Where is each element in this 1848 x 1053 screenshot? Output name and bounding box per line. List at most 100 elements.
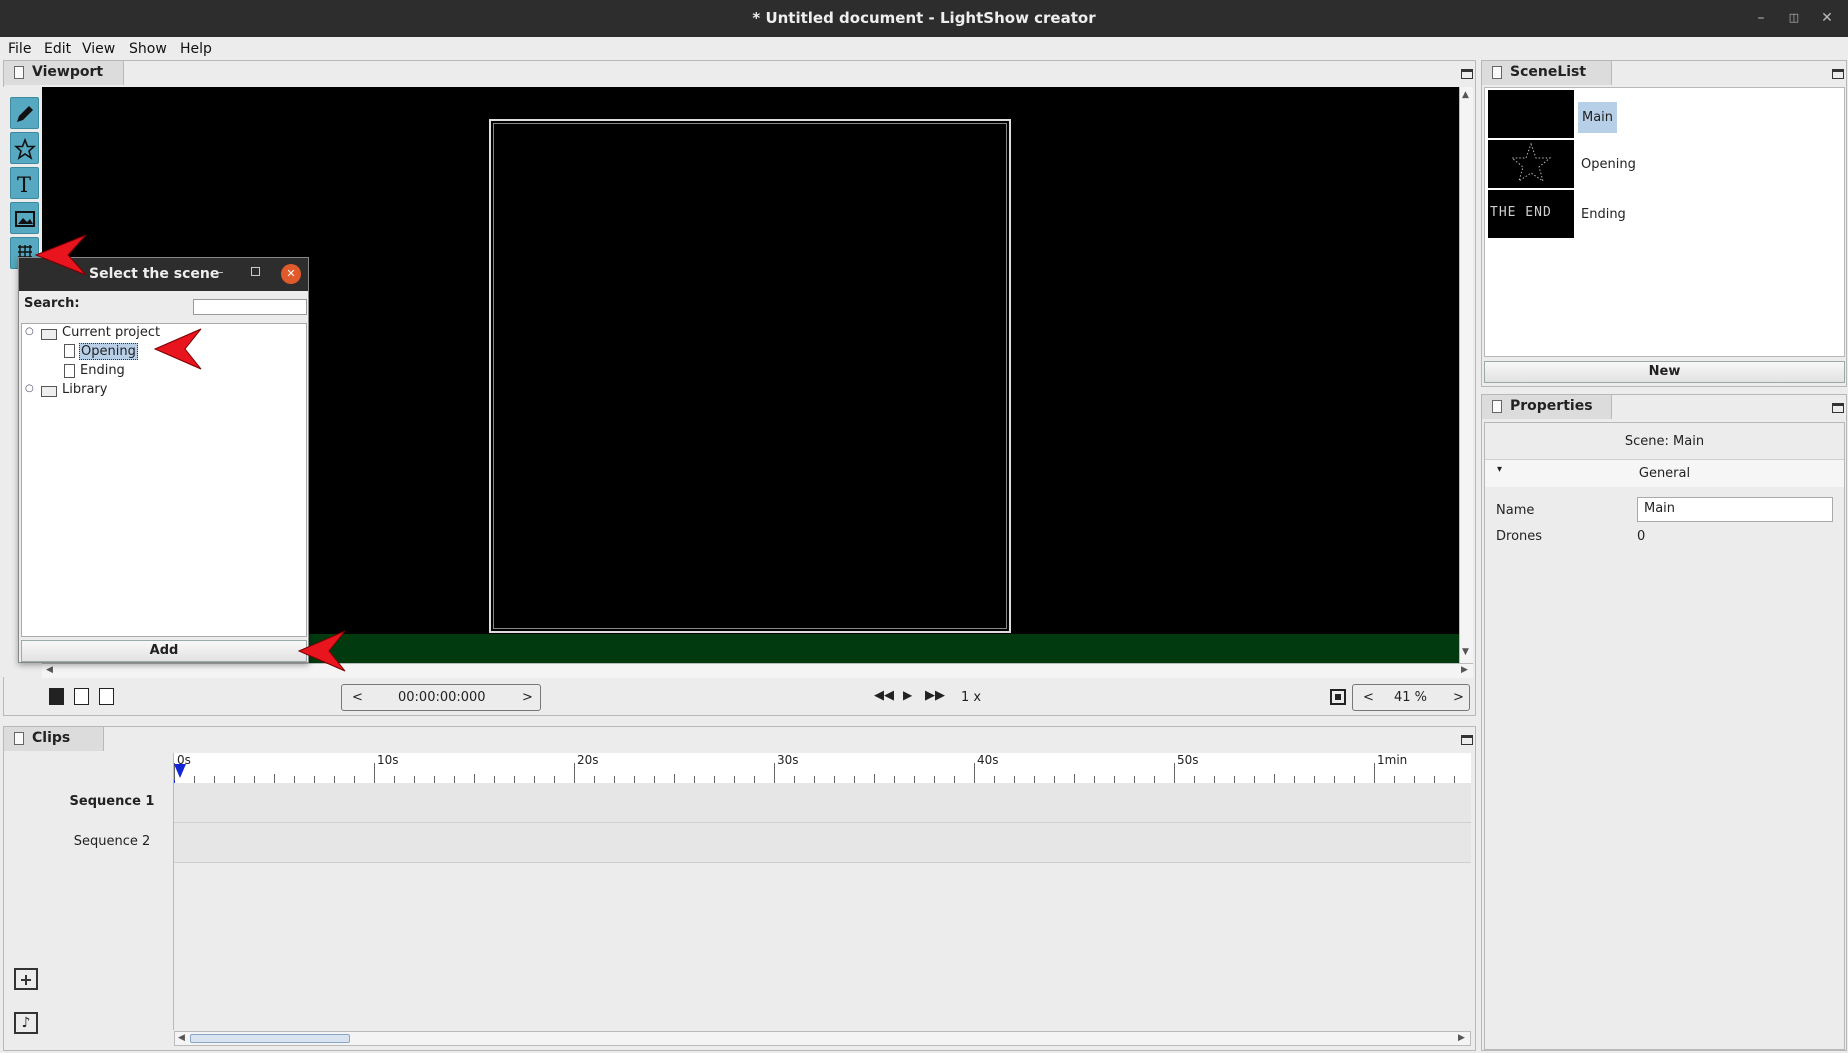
name-field[interactable]: Main xyxy=(1637,497,1833,522)
ruler-minor-tick xyxy=(954,776,955,783)
tree-node-opening[interactable]: Opening xyxy=(79,343,138,360)
timeline-scroll-thumb[interactable] xyxy=(190,1034,350,1043)
section-general[interactable]: ▾ General xyxy=(1485,460,1844,487)
menu-edit[interactable]: Edit xyxy=(44,41,71,57)
scene-thumbnail-main[interactable] xyxy=(1488,90,1574,138)
scroll-right-icon[interactable]: ▶ xyxy=(1458,1033,1465,1043)
tree-node-library[interactable]: Library xyxy=(62,382,107,397)
maximize-scenelist-icon[interactable] xyxy=(1832,69,1844,79)
zoom-field[interactable]: < 41 % > xyxy=(1352,684,1470,711)
scene-item-ending[interactable]: Ending xyxy=(1578,205,1629,224)
menu-view[interactable]: View xyxy=(82,41,115,57)
property-drones-value: 0 xyxy=(1637,529,1646,544)
fit-to-view-icon[interactable] xyxy=(1330,689,1346,705)
ruler-minor-tick xyxy=(914,776,915,783)
rewind-icon[interactable]: ◀◀ xyxy=(874,688,894,703)
zoom-out-button[interactable]: < xyxy=(1363,690,1374,705)
scene-list[interactable]: Main Opening THE END Ending xyxy=(1484,87,1845,357)
ruler-minor-tick xyxy=(494,776,495,783)
dialog-minimize-icon[interactable]: – xyxy=(217,265,224,280)
star-icon[interactable] xyxy=(10,132,39,164)
scroll-up-icon[interactable]: ▲ xyxy=(1462,90,1469,100)
layer-fill-icon[interactable] xyxy=(49,688,64,705)
sequence-label[interactable]: Sequence 2 xyxy=(52,834,172,849)
tree-node-current-project[interactable]: Current project xyxy=(62,325,160,340)
scroll-left-icon[interactable]: ◀ xyxy=(46,665,53,675)
sequence-track[interactable] xyxy=(174,823,1471,863)
expand-toggle-icon[interactable]: ○ xyxy=(25,326,34,337)
maximize-clips-icon[interactable] xyxy=(1461,735,1473,745)
add-sequence-icon[interactable] xyxy=(14,968,38,990)
time-field[interactable]: < 00:00:00:000 > xyxy=(341,684,541,711)
search-input[interactable] xyxy=(193,299,307,315)
playhead-marker[interactable] xyxy=(174,764,186,778)
ruler-minor-tick xyxy=(1074,774,1075,783)
ruler-minor-tick xyxy=(314,776,315,783)
add-button[interactable]: Add xyxy=(21,640,307,662)
ruler-minor-tick xyxy=(334,776,335,783)
menu-file[interactable]: File xyxy=(8,41,31,57)
timeline-horizontal-scrollbar[interactable]: ◀ ▶ xyxy=(174,1031,1471,1046)
dialog-close-icon[interactable]: ✕ xyxy=(281,264,301,284)
ruler-minor-tick xyxy=(354,776,355,783)
expand-toggle-icon[interactable]: ○ xyxy=(25,383,34,394)
maximize-properties-icon[interactable] xyxy=(1832,403,1844,413)
menu-show[interactable]: Show xyxy=(129,41,167,57)
ruler-minor-tick xyxy=(1274,774,1275,783)
dialog-maximize-icon[interactable] xyxy=(251,267,260,276)
sequence-track[interactable] xyxy=(174,783,1471,823)
new-scene-button[interactable]: New xyxy=(1484,361,1845,383)
scene-frame xyxy=(489,119,1011,633)
properties-tab[interactable]: Properties xyxy=(1482,395,1593,419)
clips-tab[interactable]: Clips xyxy=(4,727,70,751)
ruler-minor-tick xyxy=(1394,776,1395,783)
image-icon[interactable] xyxy=(10,202,39,234)
menu-help[interactable]: Help xyxy=(180,41,212,57)
ruler-minor-tick xyxy=(1454,776,1455,783)
tree-node-ending[interactable]: Ending xyxy=(80,363,125,378)
viewport-tab[interactable]: Viewport xyxy=(4,61,103,85)
scenelist-tab[interactable]: SceneList xyxy=(1482,61,1586,85)
viewport-horizontal-scrollbar[interactable]: ◀ ▶ xyxy=(42,663,1473,678)
maximize-viewport-icon[interactable] xyxy=(1461,69,1473,79)
clips-area[interactable] xyxy=(174,863,1471,1031)
ruler-minor-tick xyxy=(534,776,535,783)
file-icon xyxy=(64,344,75,358)
timeline-ruler[interactable]: 0s 10s 20s 30s 40s 50s 1min xyxy=(174,753,1471,783)
ruler-minor-tick xyxy=(514,776,515,783)
ruler-minor-tick xyxy=(714,776,715,783)
ruler-minor-tick xyxy=(994,776,995,783)
scene-thumbnail-opening[interactable] xyxy=(1488,140,1574,188)
zoom-in-button[interactable]: > xyxy=(1453,690,1464,705)
viewport-vertical-scrollbar[interactable]: ▲ ▼ xyxy=(1459,87,1473,663)
layer-outline-icon[interactable] xyxy=(74,688,89,705)
ruler-label: 1min xyxy=(1377,753,1408,767)
scene-item-main[interactable]: Main xyxy=(1578,102,1618,133)
minimize-icon[interactable]: – xyxy=(1750,8,1772,28)
ruler-minor-tick xyxy=(1294,776,1295,783)
ruler-minor-tick xyxy=(414,776,415,783)
text-icon[interactable]: T xyxy=(10,167,39,199)
layer-front-icon[interactable] xyxy=(99,688,114,705)
time-prev-button[interactable]: < xyxy=(352,690,363,705)
ruler-minor-tick xyxy=(814,776,815,783)
pencil-icon[interactable] xyxy=(10,97,39,129)
scene-item-opening[interactable]: Opening xyxy=(1578,155,1639,174)
time-next-button[interactable]: > xyxy=(522,690,533,705)
play-icon[interactable]: ▶ xyxy=(903,688,912,702)
scene-thumbnail-ending[interactable]: THE END xyxy=(1488,190,1574,238)
restore-icon[interactable]: ◫ xyxy=(1783,8,1805,28)
ruler-minor-tick xyxy=(1434,776,1435,783)
ruler-minor-tick xyxy=(214,776,215,783)
fast-forward-icon[interactable]: ▶▶ xyxy=(925,688,945,703)
scroll-left-icon[interactable]: ◀ xyxy=(178,1033,185,1043)
scroll-down-icon[interactable]: ▼ xyxy=(1462,647,1469,657)
ruler-minor-tick xyxy=(634,776,635,783)
ruler-minor-tick xyxy=(1054,776,1055,783)
scroll-right-icon[interactable]: ▶ xyxy=(1461,665,1468,675)
dialog-title: Select the scene xyxy=(89,266,220,282)
ruler-minor-tick xyxy=(1214,776,1215,783)
close-icon[interactable]: ✕ xyxy=(1816,8,1838,28)
add-audio-icon[interactable]: ♪ xyxy=(14,1012,38,1034)
sequence-label[interactable]: Sequence 1 xyxy=(52,794,172,809)
